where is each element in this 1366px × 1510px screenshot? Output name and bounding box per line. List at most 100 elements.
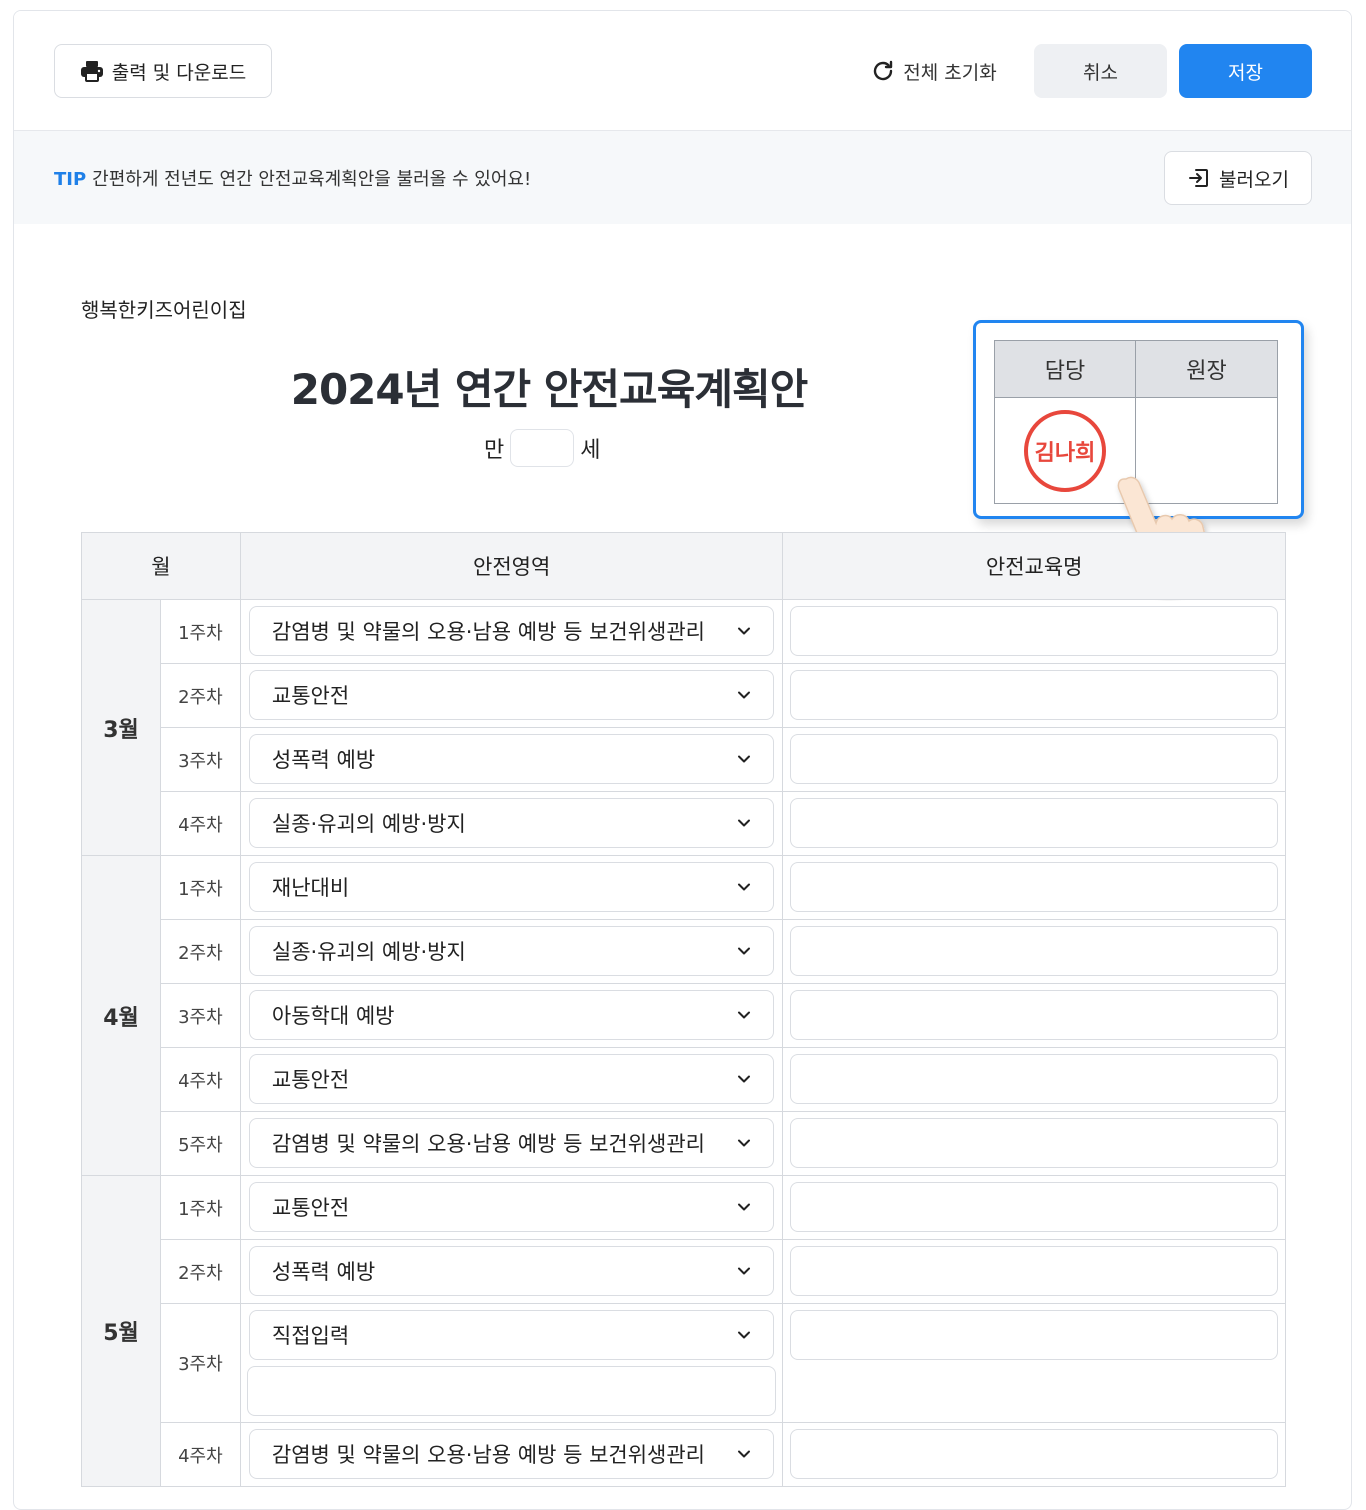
- education-name-cell: [782, 727, 1286, 792]
- week-cell: 3주차: [159, 727, 241, 792]
- education-name-cell: [782, 599, 1286, 664]
- safety-area-select[interactable]: 감염병 및 약물의 오용·남용 예방 등 보건위생관리: [248, 1429, 775, 1479]
- page-title: 2024년 연간 안전교육계획안: [290, 365, 809, 414]
- toolbar: 출력 및 다운로드 전체 초기화 취소 저장: [14, 11, 1351, 131]
- safety-area-cell: 성폭력 예방: [239, 727, 784, 792]
- education-name-cell: [782, 1422, 1286, 1487]
- education-name-input[interactable]: [790, 1054, 1278, 1104]
- education-name-input[interactable]: [790, 990, 1278, 1040]
- age-prefix: 만: [484, 438, 505, 463]
- education-name-input[interactable]: [790, 734, 1278, 784]
- safety-area-cell: 아동학대 예방: [239, 983, 784, 1048]
- safety-area-select[interactable]: 성폭력 예방: [248, 734, 775, 784]
- printer-icon: [80, 61, 103, 82]
- safety-plan-table: 월 안전영역 안전교육명 3월 1주차 감염병 및 약물의 오용·남용 예방 등 보…: [81, 532, 1286, 1487]
- safety-area-select[interactable]: 실종·유괴의 예방·방지: [248, 798, 775, 848]
- table-row: 5월 1주차 교통안전: [81, 1175, 1286, 1487]
- safety-area-select[interactable]: 직접입력: [248, 1310, 775, 1360]
- education-name-input[interactable]: [790, 798, 1278, 848]
- cancel-button[interactable]: 취소: [1034, 44, 1167, 98]
- month-cell: 3월: [81, 599, 161, 856]
- safety-area-cell: 교통안전: [239, 663, 784, 728]
- education-name-input[interactable]: [790, 1182, 1278, 1232]
- safety-area-value: 감염병 및 약물의 오용·남용 예방 등 보건위생관리: [271, 620, 706, 644]
- age-row: 만 세: [484, 429, 601, 467]
- safety-area-select[interactable]: 교통안전: [248, 1182, 775, 1232]
- safety-area-value: 교통안전: [271, 1196, 350, 1220]
- chevron-down-icon: [738, 1267, 751, 1275]
- save-button[interactable]: 저장: [1179, 44, 1312, 98]
- safety-area-select[interactable]: 실종·유괴의 예방·방지: [248, 926, 775, 976]
- safety-area-select[interactable]: 교통안전: [248, 670, 775, 720]
- month-cell: 4월: [81, 855, 161, 1176]
- print-download-button[interactable]: 출력 및 다운로드: [54, 44, 272, 98]
- safety-area-select[interactable]: 재난대비: [248, 862, 775, 912]
- tip-bar: TIP 간편하게 전년도 연간 안전교육계획안을 불러올 수 있어요! 불러오기: [14, 131, 1351, 224]
- safety-area-select[interactable]: 아동학대 예방: [248, 990, 775, 1040]
- safety-area-value: 직접입력: [271, 1324, 350, 1348]
- safety-area-cell: 재난대비: [239, 855, 784, 920]
- table-row: 4주차 교통안전: [82, 1047, 1286, 1112]
- safety-area-cell: 실종·유괴의 예방·방지: [239, 919, 784, 984]
- week-cell: 2주차: [159, 1239, 241, 1304]
- week-cell: 5주차: [159, 1111, 241, 1176]
- safety-area-value: 실종·유괴의 예방·방지: [271, 812, 466, 836]
- approval-head-manager: 담당: [995, 341, 1136, 398]
- safety-area-cell: 교통안전: [239, 1047, 784, 1112]
- month-cell: 5월: [81, 1175, 161, 1487]
- safety-area-value: 교통안전: [271, 684, 350, 708]
- table-header-row: 월 안전영역 안전교육명: [81, 532, 1286, 600]
- safety-area-value: 실종·유괴의 예방·방지: [271, 940, 466, 964]
- safety-area-select[interactable]: 성폭력 예방: [248, 1246, 775, 1296]
- chevron-down-icon: [738, 947, 751, 955]
- reset-all-button[interactable]: 전체 초기화: [864, 44, 1004, 98]
- chevron-down-icon: [738, 1139, 751, 1147]
- education-name-input[interactable]: [790, 670, 1278, 720]
- education-name-cell: [782, 1047, 1286, 1112]
- week-cell: 3주차: [159, 1303, 241, 1423]
- week-cell: 4주차: [159, 1422, 241, 1487]
- education-name-input[interactable]: [790, 862, 1278, 912]
- table-row: 2주차 성폭력 예방: [82, 1239, 1286, 1304]
- safety-area-cell: 실종·유괴의 예방·방지: [239, 791, 784, 856]
- safety-area-value: 감염병 및 약물의 오용·남용 예방 등 보건위생관리: [271, 1443, 706, 1467]
- chevron-down-icon: [738, 1011, 751, 1019]
- org-name: 행복한키즈어린이집: [81, 298, 247, 322]
- education-name-cell: [782, 791, 1286, 856]
- age-input[interactable]: [510, 429, 575, 467]
- education-name-cell: [782, 919, 1286, 984]
- safety-area-select[interactable]: 감염병 및 약물의 오용·남용 예방 등 보건위생관리: [248, 1118, 775, 1168]
- safety-area-select[interactable]: 교통안전: [248, 1054, 775, 1104]
- plan-editor: 출력 및 다운로드 전체 초기화 취소 저장 TIP 간편하게 전년도 연간 안전…: [13, 10, 1352, 1510]
- week-cell: 4주차: [159, 1047, 241, 1112]
- table-row: 5주차 감염병 및 약물의 오용·남용 예방 등 보건위생관리: [82, 1111, 1286, 1176]
- chevron-down-icon: [738, 1331, 751, 1339]
- reset-all-label: 전체 초기화: [903, 61, 997, 84]
- education-name-input[interactable]: [790, 926, 1278, 976]
- signature-stamp: 김나희: [1024, 409, 1106, 492]
- custom-area-input[interactable]: [246, 1366, 777, 1416]
- age-suffix: 세: [580, 438, 601, 463]
- education-name-input[interactable]: [790, 1118, 1278, 1168]
- table-row: 4주차 감염병 및 약물의 오용·남용 예방 등 보건위생관리: [82, 1422, 1286, 1487]
- education-name-cell: [782, 1239, 1286, 1304]
- education-name-cell: [782, 1303, 1286, 1423]
- table-row: 4월 1주차 재난대비: [81, 855, 1286, 1176]
- safety-area-select[interactable]: 감염병 및 약물의 오용·남용 예방 등 보건위생관리: [248, 606, 775, 656]
- load-previous-label: 불러오기: [1219, 168, 1289, 191]
- table-row: 4주차 실종·유괴의 예방·방지: [82, 791, 1286, 856]
- load-previous-button[interactable]: 불러오기: [1164, 151, 1312, 205]
- education-name-input[interactable]: [790, 1246, 1278, 1296]
- education-name-input[interactable]: [790, 1310, 1278, 1360]
- header-safety-area: 안전영역: [239, 532, 784, 600]
- education-name-input[interactable]: [790, 606, 1278, 656]
- safety-area-value: 감염병 및 약물의 오용·남용 예방 등 보건위생관리: [271, 1132, 706, 1156]
- education-name-cell: [782, 983, 1286, 1048]
- chevron-down-icon: [738, 691, 751, 699]
- chevron-down-icon: [738, 1075, 751, 1083]
- header-education-name: 안전교육명: [782, 532, 1286, 600]
- chevron-down-icon: [738, 1450, 751, 1458]
- education-name-input[interactable]: [790, 1429, 1278, 1479]
- tip-message: TIP 간편하게 전년도 연간 안전교육계획안을 불러올 수 있어요!: [54, 165, 531, 191]
- safety-area-cell: 감염병 및 약물의 오용·남용 예방 등 보건위생관리: [239, 1111, 784, 1176]
